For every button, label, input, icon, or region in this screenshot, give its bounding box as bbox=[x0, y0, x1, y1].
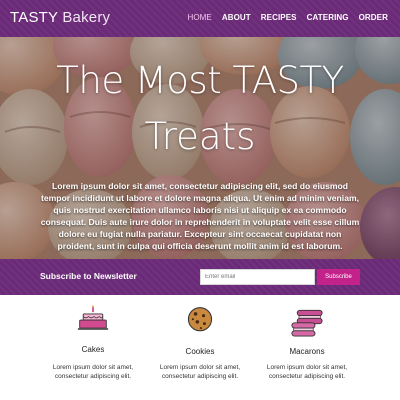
features-section: Cakes Lorem ipsum dolor sit amet, consec… bbox=[0, 295, 400, 400]
brand-subtitle: Bakery bbox=[62, 9, 111, 26]
brand-name: TASTY bbox=[10, 9, 58, 26]
cake-icon bbox=[77, 305, 109, 330]
newsletter-email-input[interactable] bbox=[200, 269, 315, 285]
nav-link-recipes[interactable]: RECIPES bbox=[261, 13, 297, 22]
subscribe-button[interactable]: Subscribe bbox=[317, 269, 360, 285]
feature-description: Lorem ipsum dolor sit amet, consectetur … bbox=[52, 364, 134, 380]
brand-logo[interactable]: TASTY Bakery bbox=[10, 9, 110, 26]
macarons-icon bbox=[291, 309, 323, 337]
main-menu: HOME ABOUT RECIPES CATERING ORDER bbox=[187, 13, 388, 22]
feature-description: Lorem ipsum dolor sit amet, consectetur … bbox=[159, 364, 241, 380]
feature-name: Cakes bbox=[81, 345, 105, 354]
newsletter-label: Subscribe to Newsletter bbox=[40, 271, 137, 281]
feature-description: Lorem ipsum dolor sit amet, consectetur … bbox=[266, 364, 348, 380]
top-navigation-bar: TASTY Bakery HOME ABOUT RECIPES CATERING… bbox=[0, 0, 400, 37]
nav-link-catering[interactable]: CATERING bbox=[307, 13, 349, 22]
hero-title-line-1: The Most TASTY bbox=[56, 59, 344, 102]
hero-banner: The Most TASTY Treats Lorem ipsum dolor … bbox=[0, 37, 400, 259]
hero-paragraph: Lorem ipsum dolor sit amet, consectetur … bbox=[40, 181, 360, 251]
hero-title-line-2: Treats bbox=[144, 115, 256, 158]
feature-name: Cookies bbox=[185, 347, 215, 356]
feature-name: Macarons bbox=[289, 347, 325, 356]
cookie-icon bbox=[187, 307, 213, 332]
nav-link-order[interactable]: ORDER bbox=[359, 13, 388, 22]
nav-link-about[interactable]: ABOUT bbox=[222, 13, 251, 22]
nav-link-home[interactable]: HOME bbox=[187, 13, 211, 22]
newsletter-bar: Subscribe to Newsletter Subscribe bbox=[0, 259, 400, 295]
